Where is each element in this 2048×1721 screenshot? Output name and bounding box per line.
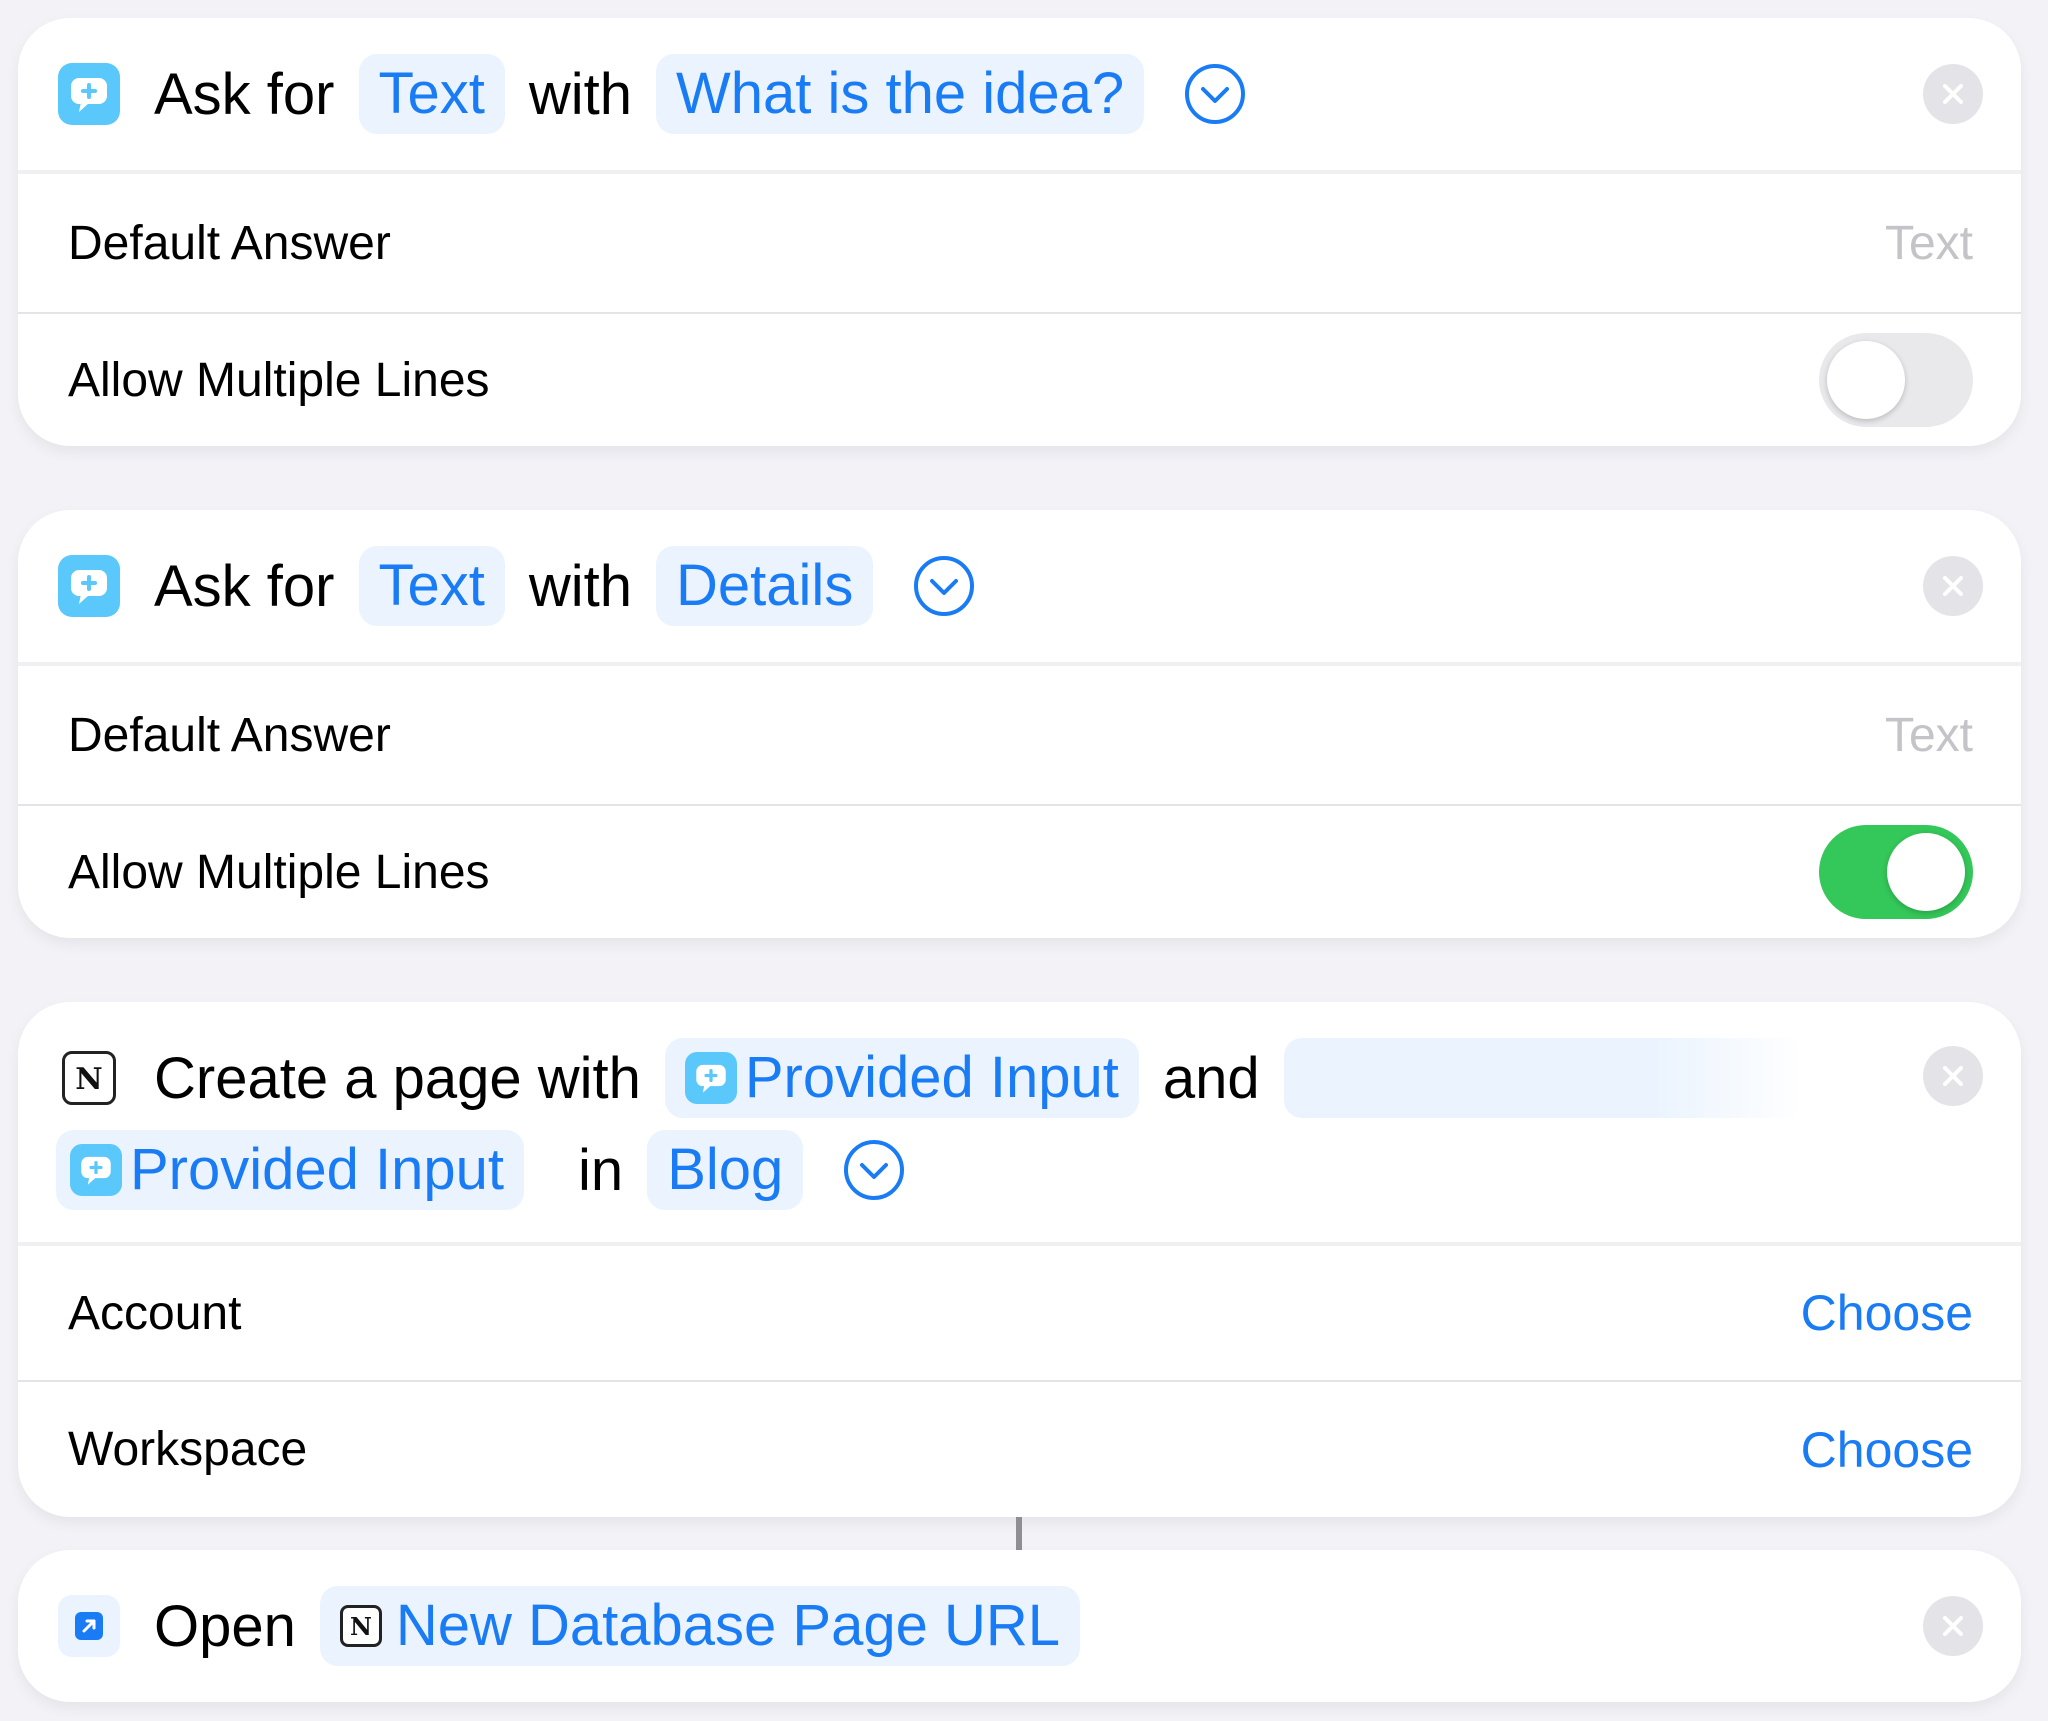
- default-answer-label: Default Answer: [68, 216, 391, 270]
- ask-for-text-action-details: Ask for Text with Details Default Answer…: [18, 510, 2021, 938]
- provided-input-token-title[interactable]: Provided Input: [664, 1038, 1139, 1118]
- create-page-label: Create a page with: [154, 1045, 641, 1111]
- action-header-line: Ask for Text with Details: [58, 510, 1901, 662]
- notion-icon: N: [339, 1605, 382, 1647]
- prompt-token[interactable]: What is the idea?: [656, 54, 1145, 134]
- input-type-token[interactable]: Text: [358, 54, 505, 134]
- prompt-token[interactable]: Details: [656, 546, 874, 626]
- provided-input-label: Provided Input: [130, 1137, 505, 1202]
- allow-multiple-lines-label: Allow Multiple Lines: [68, 845, 490, 899]
- ask-for-text-action-idea: Ask for Text with What is the idea? Defa…: [18, 18, 2021, 446]
- url-token-label: New Database Page URL: [395, 1593, 1061, 1658]
- notion-icon: N: [62, 1051, 116, 1105]
- notion-create-page-action: N Create a page with Provided Input and …: [18, 1002, 2021, 1517]
- workspace-label: Workspace: [68, 1423, 308, 1476]
- account-row[interactable]: Account Choose: [18, 1242, 2021, 1380]
- default-answer-input[interactable]: Text: [1885, 708, 1973, 763]
- action-header: Ask for Text with What is the idea?: [18, 18, 2021, 170]
- action-header: Ask for Text with Details: [18, 510, 2021, 662]
- empty-token-placeholder[interactable]: [1283, 1038, 1804, 1118]
- in-label: in: [578, 1137, 624, 1203]
- open-label: Open: [154, 1593, 296, 1659]
- action-header-line-2: Provided Input in Blog: [56, 1124, 1899, 1216]
- svg-text:N: N: [75, 1062, 102, 1097]
- with-label: with: [528, 553, 633, 619]
- account-choose-button[interactable]: Choose: [1801, 1284, 1973, 1342]
- url-token[interactable]: N New Database Page URL: [319, 1586, 1081, 1666]
- action-header-line: Ask for Text with What is the idea?: [58, 18, 1901, 170]
- toggle-knob: [1827, 341, 1905, 419]
- allow-multiple-lines-label: Allow Multiple Lines: [68, 353, 490, 407]
- ask-for-label: Ask for: [154, 553, 335, 619]
- close-icon: [1943, 1066, 1963, 1086]
- speech-bubble-plus-icon: [70, 1144, 122, 1196]
- remove-action-button[interactable]: [1923, 1046, 1983, 1106]
- remove-action-button[interactable]: [1923, 64, 1983, 124]
- allow-multiple-lines-toggle[interactable]: [1819, 825, 1973, 919]
- action-header-line-1: N Create a page with Provided Input and: [58, 1032, 1901, 1124]
- close-icon: [1943, 576, 1963, 596]
- default-answer-row[interactable]: Default Answer Text: [18, 662, 2021, 804]
- open-url-action: Open N New Database Page URL: [18, 1550, 2021, 1702]
- and-label: and: [1162, 1045, 1260, 1111]
- close-icon: [1943, 84, 1963, 104]
- provided-input-token-body[interactable]: Provided Input: [56, 1130, 525, 1210]
- provided-input-label: Provided Input: [744, 1045, 1119, 1110]
- allow-multiple-lines-row: Allow Multiple Lines: [18, 804, 2021, 938]
- allow-multiple-lines-toggle[interactable]: [1819, 333, 1973, 427]
- workspace-choose-button[interactable]: Choose: [1801, 1421, 1973, 1479]
- default-answer-row[interactable]: Default Answer Text: [18, 170, 2021, 312]
- input-type-token[interactable]: Text: [358, 546, 505, 626]
- chevron-down-icon[interactable]: [843, 1139, 905, 1201]
- close-icon: [1943, 1616, 1963, 1636]
- allow-multiple-lines-row: Allow Multiple Lines: [18, 312, 2021, 446]
- toggle-knob: [1887, 833, 1965, 911]
- remove-action-button[interactable]: [1923, 556, 1983, 616]
- action-header: Open N New Database Page URL: [18, 1550, 2021, 1702]
- speech-bubble-plus-icon: [684, 1052, 737, 1104]
- remove-action-button[interactable]: [1923, 1596, 1983, 1656]
- default-answer-input[interactable]: Text: [1885, 216, 1973, 271]
- ask-for-label: Ask for: [154, 61, 335, 127]
- workspace-row[interactable]: Workspace Choose: [18, 1380, 2021, 1517]
- chevron-down-icon[interactable]: [913, 555, 975, 617]
- speech-bubble-plus-icon: [58, 63, 120, 125]
- action-header-line: Open N New Database Page URL: [58, 1550, 1901, 1702]
- action-connector-line: [1016, 1517, 1022, 1553]
- account-label: Account: [68, 1286, 242, 1340]
- with-label: with: [528, 61, 633, 127]
- default-answer-label: Default Answer: [68, 708, 391, 762]
- chevron-down-icon[interactable]: [1184, 63, 1246, 125]
- action-header: N Create a page with Provided Input and …: [18, 1002, 2021, 1242]
- database-token[interactable]: Blog: [647, 1130, 804, 1210]
- svg-text:N: N: [350, 1612, 372, 1641]
- open-url-icon: [58, 1595, 120, 1657]
- speech-bubble-plus-icon: [58, 555, 120, 617]
